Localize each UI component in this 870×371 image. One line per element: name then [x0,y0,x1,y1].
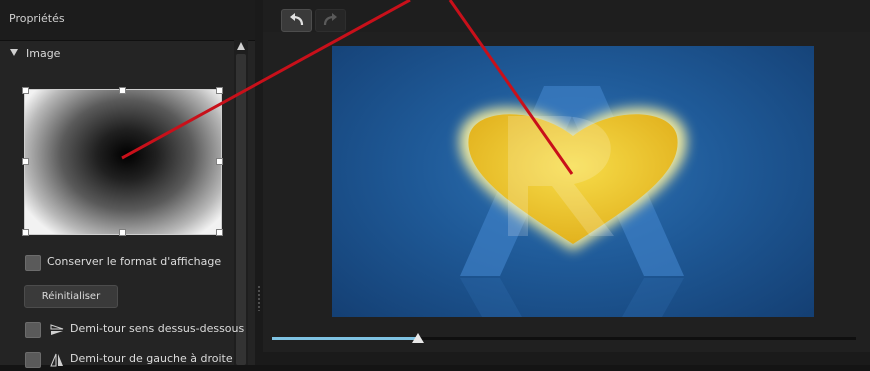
properties-panel: Propriétés Image Conserver le format d'a… [0,0,255,368]
image-section-label: Image [26,47,61,60]
resize-handle-top-right[interactable] [216,87,223,94]
bottom-bar [263,352,870,365]
resize-handle-left[interactable] [22,158,29,165]
splitter-grip[interactable] [258,285,260,311]
video-preview-frame[interactable] [332,46,814,317]
resize-handle-bottom-left[interactable] [22,229,29,236]
flip-horizontal-label: Demi-tour de gauche à droite [70,352,233,365]
timeline-slider-fill [272,337,418,340]
keep-aspect-checkbox[interactable] [25,255,41,271]
flip-vertical-checkbox[interactable] [25,322,41,338]
undo-button[interactable] [281,9,312,32]
timeline-slider-thumb[interactable] [412,333,424,343]
image-section-header[interactable]: Image [6,44,86,64]
flip-horizontal-icon [50,352,64,367]
collapse-triangle-icon[interactable] [10,49,18,56]
undo-icon [290,13,304,26]
reset-button[interactable]: Réinitialiser [24,285,118,308]
scrollbar-thumb[interactable] [236,54,246,365]
preview-toolbar [263,0,870,32]
resize-handle-top[interactable] [119,87,126,94]
flip-horizontal-checkbox[interactable] [25,352,41,368]
flip-vertical-label: Demi-tour sens dessus-dessous [70,322,245,335]
resize-handle-bottom[interactable] [119,229,126,236]
keep-aspect-label: Conserver le format d'affichage [47,255,222,268]
redo-button[interactable] [315,9,346,32]
mask-preview-thumbnail[interactable] [22,87,223,236]
resize-handle-bottom-right[interactable] [216,229,223,236]
resize-handle-top-left[interactable] [22,87,29,94]
panel-splitter[interactable] [255,0,263,365]
flip-vertical-icon [50,322,64,336]
timeline-slider-track[interactable] [272,337,856,340]
scroll-up-arrow-icon[interactable] [237,42,245,50]
properties-title: Propriétés [9,12,65,25]
properties-scrollbar[interactable] [234,40,248,365]
preview-artwork [459,86,687,317]
resize-handle-right[interactable] [216,158,223,165]
redo-icon [323,13,337,26]
properties-header: Propriétés [0,0,255,41]
